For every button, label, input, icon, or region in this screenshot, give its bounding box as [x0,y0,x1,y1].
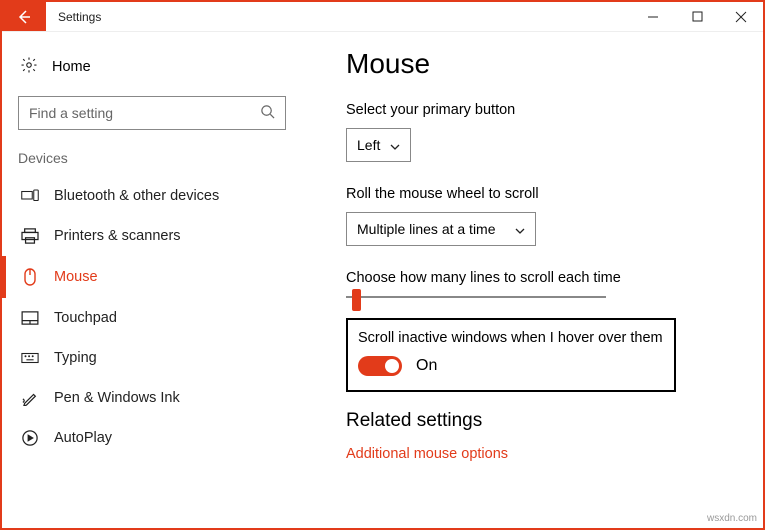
sidebar-item-autoplay[interactable]: AutoPlay [2,418,302,458]
autoplay-icon [20,430,40,446]
titlebar: Settings [2,2,763,32]
back-button[interactable] [2,2,46,31]
sidebar-item-printers[interactable]: Printers & scanners [2,216,302,256]
sidebar-item-label: Mouse [54,269,98,285]
sidebar-item-label: Bluetooth & other devices [54,188,219,204]
sidebar-item-label: AutoPlay [54,430,112,446]
primary-button-select[interactable]: Left [346,128,411,162]
pen-icon [20,390,40,406]
search-input[interactable]: Find a setting [18,96,286,130]
sidebar-home[interactable]: Home [2,48,302,96]
window-title: Settings [46,2,113,31]
hover-setting-box: Scroll inactive windows when I hover ove… [346,318,676,392]
window-controls [631,2,763,31]
attribution: wsxdn.com [707,513,757,524]
settings-window: Settings Home Find a settin [0,0,765,530]
related-heading: Related settings [346,410,743,432]
main-content: Mouse Select your primary button Left Ro… [302,32,763,528]
mouse-icon [20,268,40,286]
sidebar-item-typing[interactable]: Typing [2,338,302,378]
wheel-label: Roll the mouse wheel to scroll [346,186,743,202]
search-placeholder: Find a setting [29,105,113,121]
sidebar-section-label: Devices [2,150,302,176]
toggle-knob [385,359,399,373]
lines-label: Choose how many lines to scroll each tim… [346,270,743,286]
slider-thumb[interactable] [352,289,361,311]
wheel-select[interactable]: Multiple lines at a time [346,212,536,246]
sidebar-item-touchpad[interactable]: Touchpad [2,298,302,338]
chevron-down-icon [390,137,400,153]
sidebar-item-label: Typing [54,350,97,366]
lines-slider[interactable] [346,296,743,298]
close-button[interactable] [719,2,763,31]
devices-icon [20,189,40,203]
touchpad-icon [20,311,40,325]
toggle-state: On [416,357,437,375]
select-value: Multiple lines at a time [357,221,496,237]
slider-track [346,296,606,298]
minimize-button[interactable] [631,2,675,31]
keyboard-icon [20,352,40,364]
search-icon [260,104,275,122]
sidebar-item-label: Printers & scanners [54,228,181,244]
chevron-down-icon [515,221,525,237]
sidebar-item-pen[interactable]: Pen & Windows Ink [2,378,302,418]
select-value: Left [357,137,380,153]
sidebar-item-label: Touchpad [54,310,117,326]
primary-button-label: Select your primary button [346,102,743,118]
additional-mouse-options-link[interactable]: Additional mouse options [346,446,743,462]
maximize-button[interactable] [675,2,719,31]
hover-label: Scroll inactive windows when I hover ove… [358,330,664,346]
gear-icon [20,56,38,78]
sidebar-home-label: Home [52,59,91,75]
page-title: Mouse [346,48,743,80]
sidebar-item-mouse[interactable]: Mouse [2,256,302,298]
sidebar: Home Find a setting Devices Bluetooth & … [2,32,302,528]
printer-icon [20,228,40,244]
hover-toggle[interactable] [358,356,402,376]
sidebar-item-label: Pen & Windows Ink [54,390,180,406]
sidebar-item-bluetooth[interactable]: Bluetooth & other devices [2,176,302,216]
